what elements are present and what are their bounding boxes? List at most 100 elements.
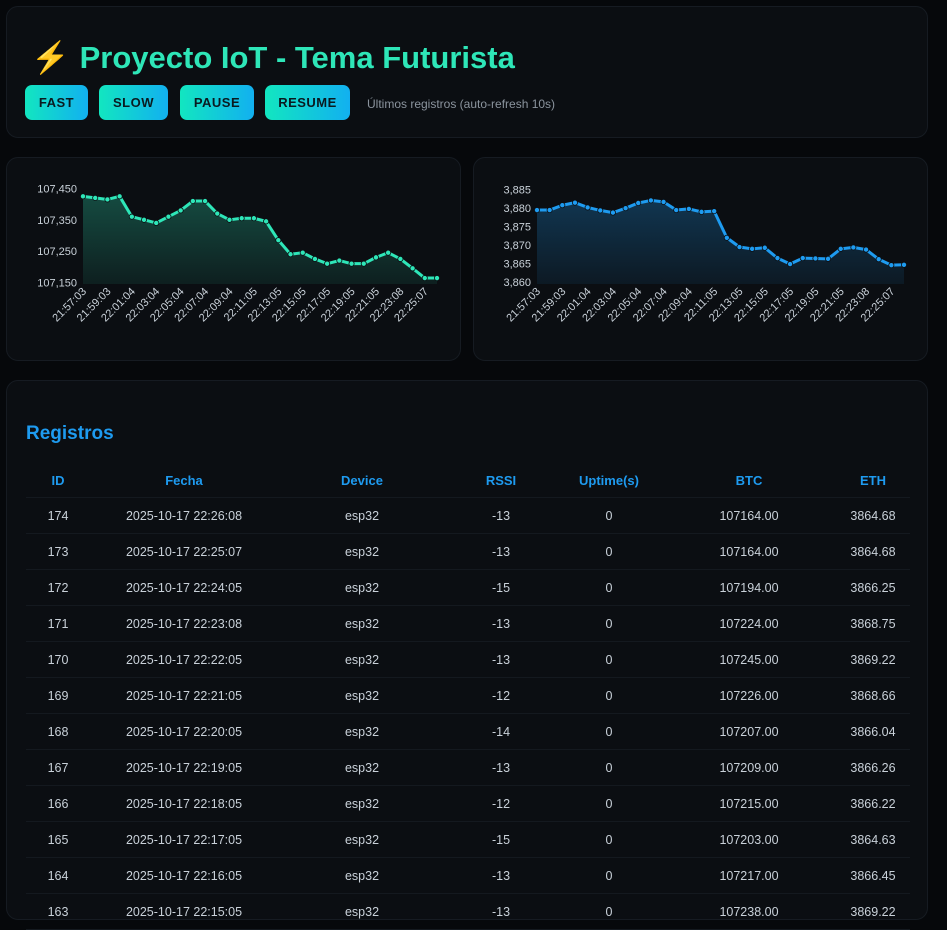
- data-point[interactable]: [287, 251, 294, 258]
- data-point[interactable]: [863, 246, 870, 253]
- data-point[interactable]: [92, 194, 99, 201]
- data-point[interactable]: [888, 262, 895, 269]
- data-point[interactable]: [348, 260, 355, 267]
- table-row[interactable]: 169 2025-10-17 22:21:05 esp32 -12 0 107226.00…: [26, 677, 910, 714]
- column-header-id[interactable]: ID: [26, 463, 90, 498]
- data-point[interactable]: [900, 261, 907, 268]
- data-point[interactable]: [263, 218, 270, 225]
- data-point[interactable]: [104, 196, 111, 203]
- data-point[interactable]: [250, 215, 257, 222]
- column-header-eth[interactable]: ETH: [836, 463, 910, 498]
- cell-device: esp32: [278, 749, 446, 786]
- data-point[interactable]: [736, 244, 743, 251]
- data-point[interactable]: [189, 198, 196, 205]
- data-point[interactable]: [673, 207, 680, 214]
- data-point[interactable]: [336, 257, 343, 264]
- data-point[interactable]: [275, 237, 282, 244]
- table-row[interactable]: 170 2025-10-17 22:22:05 esp32 -13 0 107245.00…: [26, 641, 910, 678]
- column-header-fecha[interactable]: Fecha: [90, 463, 278, 498]
- data-point[interactable]: [372, 254, 379, 261]
- column-header-uptime[interactable]: Uptime(s): [556, 463, 662, 498]
- data-point[interactable]: [787, 261, 794, 268]
- data-point[interactable]: [584, 204, 591, 211]
- column-header-device[interactable]: Device: [278, 463, 446, 498]
- data-point[interactable]: [761, 244, 768, 251]
- data-point[interactable]: [80, 193, 87, 200]
- cell-eth: 3866.25: [836, 569, 910, 606]
- data-point[interactable]: [812, 255, 819, 262]
- data-point[interactable]: [647, 197, 654, 204]
- data-point[interactable]: [128, 213, 135, 220]
- data-point[interactable]: [609, 209, 616, 216]
- data-point[interactable]: [875, 256, 882, 263]
- table-row[interactable]: 164 2025-10-17 22:16:05 esp32 -13 0 107217.00…: [26, 857, 910, 894]
- cell-id: 170: [26, 641, 90, 678]
- data-point[interactable]: [571, 199, 578, 206]
- data-point[interactable]: [799, 255, 806, 262]
- series-area: [83, 196, 437, 284]
- table-header-row: ID Fecha Device RSSI Uptime(s) BTC ETH: [26, 463, 910, 498]
- data-point[interactable]: [141, 216, 148, 223]
- data-point[interactable]: [324, 260, 331, 267]
- table-row[interactable]: 173 2025-10-17 22:25:07 esp32 -13 0 107164.00…: [26, 533, 910, 570]
- data-point[interactable]: [202, 198, 209, 205]
- cell-device: esp32: [278, 785, 446, 822]
- data-point[interactable]: [116, 193, 123, 200]
- table-row[interactable]: 167 2025-10-17 22:19:05 esp32 -13 0 107209.00…: [26, 749, 910, 786]
- cell-uptime: 0: [556, 569, 662, 606]
- cell-fecha: 2025-10-17 22:25:07: [90, 533, 278, 570]
- y-tick-label: 3,875: [503, 222, 531, 234]
- resume-button[interactable]: RESUME: [265, 85, 350, 120]
- data-point[interactable]: [153, 219, 160, 226]
- data-point[interactable]: [837, 245, 844, 252]
- table-row[interactable]: 166 2025-10-17 22:18:05 esp32 -12 0 107215.00…: [26, 785, 910, 822]
- data-point[interactable]: [360, 260, 367, 267]
- data-point[interactable]: [546, 207, 553, 214]
- data-point[interactable]: [660, 198, 667, 205]
- data-point[interactable]: [299, 249, 306, 256]
- column-header-rssi[interactable]: RSSI: [446, 463, 556, 498]
- cell-rssi: -13: [446, 857, 556, 894]
- fast-button[interactable]: FAST: [25, 85, 88, 120]
- data-point[interactable]: [311, 255, 318, 262]
- data-point[interactable]: [622, 205, 629, 212]
- data-point[interactable]: [238, 215, 245, 222]
- data-point[interactable]: [685, 205, 692, 212]
- data-point[interactable]: [421, 275, 428, 282]
- data-point[interactable]: [850, 244, 857, 251]
- data-point[interactable]: [597, 207, 604, 214]
- data-point[interactable]: [177, 207, 184, 214]
- data-point[interactable]: [214, 210, 221, 217]
- cell-uptime: 0: [556, 857, 662, 894]
- table-row[interactable]: 163 2025-10-17 22:15:05 esp32 -13 0 107238.00…: [26, 893, 910, 930]
- cell-btc: 107164.00: [662, 497, 836, 534]
- table-row[interactable]: 172 2025-10-17 22:24:05 esp32 -15 0 107194.00…: [26, 569, 910, 606]
- table-row[interactable]: 165 2025-10-17 22:17:05 esp32 -15 0 107203.00…: [26, 821, 910, 858]
- data-point[interactable]: [749, 245, 756, 252]
- cell-id: 169: [26, 677, 90, 714]
- data-point[interactable]: [774, 255, 781, 262]
- pause-button[interactable]: PAUSE: [180, 85, 254, 120]
- data-point[interactable]: [711, 208, 718, 215]
- data-point[interactable]: [559, 202, 566, 209]
- slow-button[interactable]: SLOW: [99, 85, 168, 120]
- cell-eth: 3869.22: [836, 641, 910, 678]
- data-point[interactable]: [635, 200, 642, 207]
- cell-btc: 107226.00: [662, 677, 836, 714]
- data-point[interactable]: [433, 275, 440, 282]
- data-point[interactable]: [226, 216, 233, 223]
- data-point[interactable]: [534, 207, 541, 214]
- cell-uptime: 0: [556, 821, 662, 858]
- table-row[interactable]: 174 2025-10-17 22:26:08 esp32 -13 0 107164.00…: [26, 497, 910, 534]
- data-point[interactable]: [698, 208, 705, 215]
- column-header-btc[interactable]: BTC: [662, 463, 836, 498]
- data-point[interactable]: [397, 255, 404, 262]
- data-point[interactable]: [385, 249, 392, 256]
- data-point[interactable]: [825, 255, 832, 262]
- data-point[interactable]: [409, 265, 416, 272]
- table-row[interactable]: 168 2025-10-17 22:20:05 esp32 -14 0 107207.00…: [26, 713, 910, 750]
- data-point[interactable]: [165, 213, 172, 220]
- data-point[interactable]: [723, 234, 730, 241]
- cell-device: esp32: [278, 821, 446, 858]
- table-row[interactable]: 171 2025-10-17 22:23:08 esp32 -13 0 107224.00…: [26, 605, 910, 642]
